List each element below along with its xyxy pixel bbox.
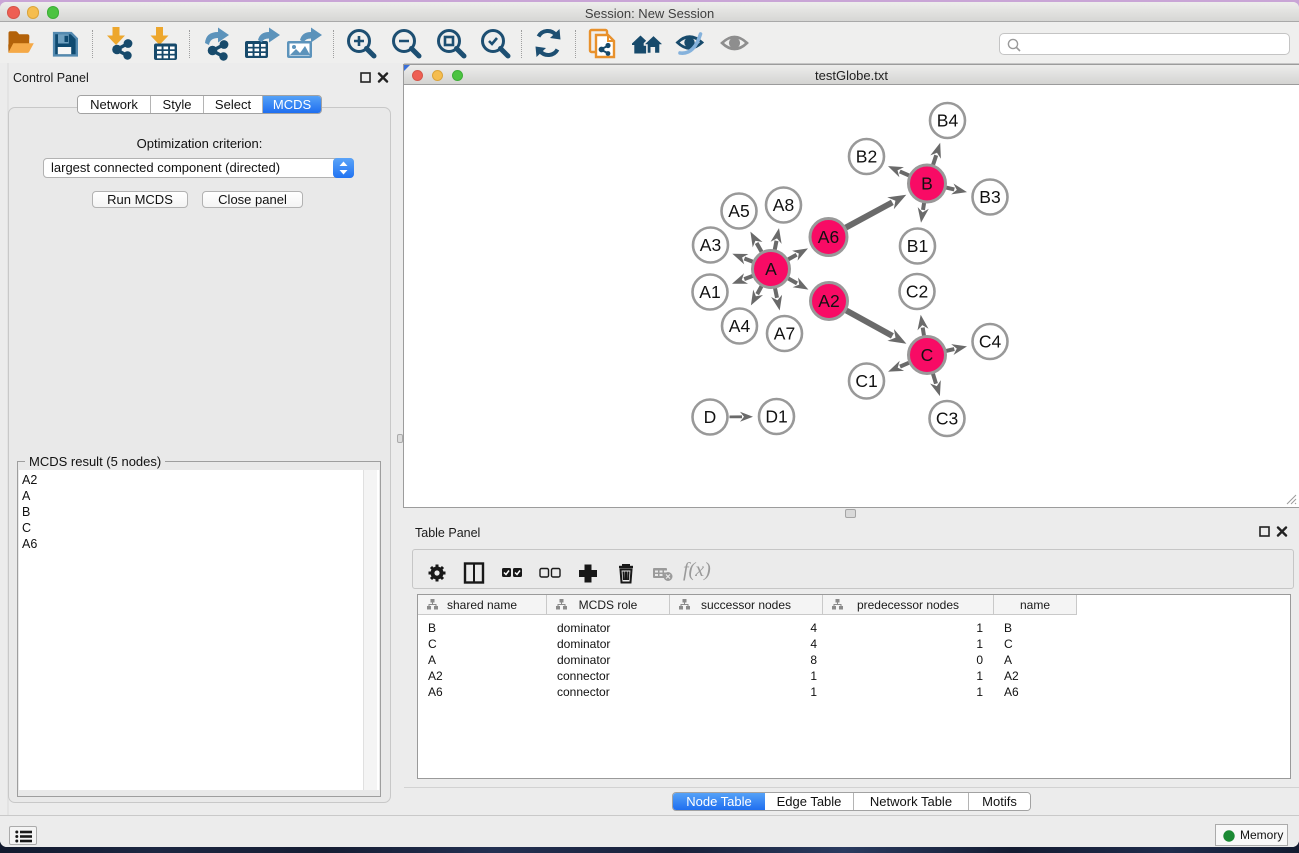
svg-text:B2: B2 (856, 147, 877, 167)
svg-text:C1: C1 (855, 371, 877, 391)
svg-text:A5: A5 (728, 201, 749, 221)
svg-text:C4: C4 (979, 332, 1002, 352)
svg-text:B3: B3 (979, 187, 1000, 207)
svg-text:C: C (921, 345, 934, 365)
svg-text:A: A (765, 259, 777, 279)
svg-text:A6: A6 (818, 227, 839, 247)
svg-text:C2: C2 (906, 282, 928, 302)
svg-text:A1: A1 (699, 282, 720, 302)
svg-text:D1: D1 (765, 407, 787, 427)
svg-text:B1: B1 (907, 236, 928, 256)
svg-text:A7: A7 (774, 324, 795, 344)
svg-text:A4: A4 (729, 316, 751, 336)
svg-text:B4: B4 (937, 111, 959, 131)
svg-text:A3: A3 (700, 235, 721, 255)
svg-text:C3: C3 (936, 409, 958, 429)
svg-text:A8: A8 (773, 195, 794, 215)
svg-text:A2: A2 (818, 291, 839, 311)
svg-text:B: B (921, 174, 933, 194)
svg-text:D: D (704, 407, 717, 427)
